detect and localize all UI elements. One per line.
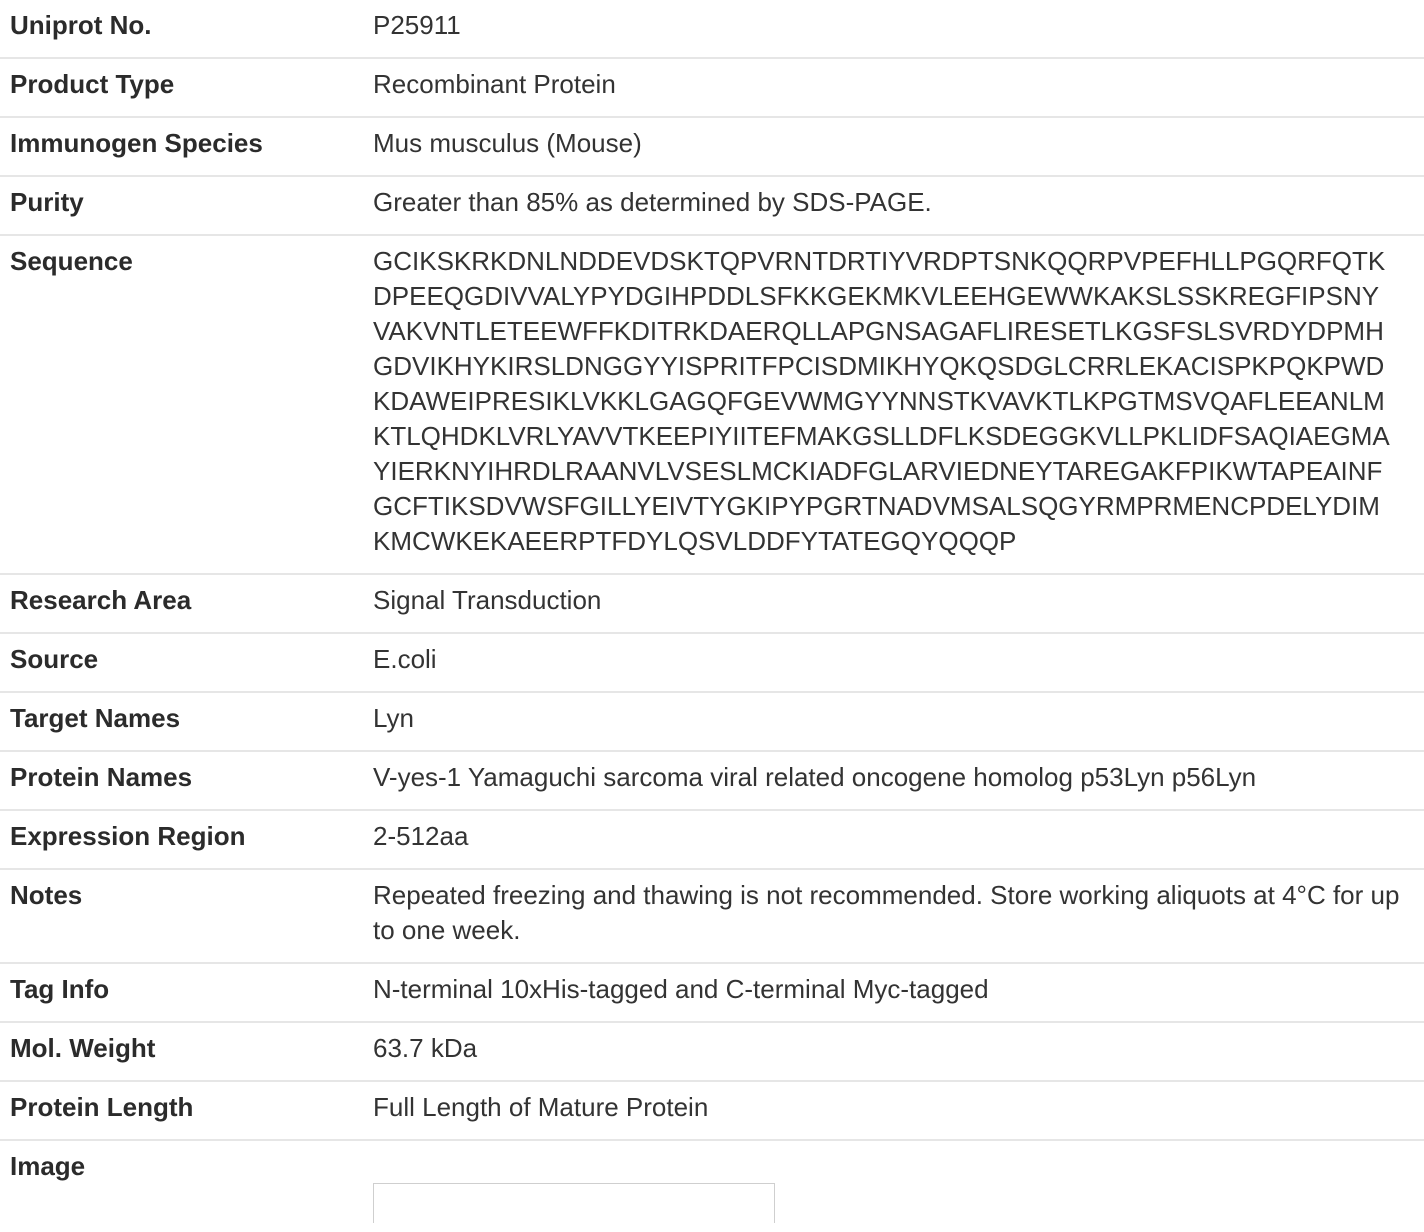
tag-info-label: Tag Info [0,963,373,1023]
protein-length-value: Full Length of Mature Protein [373,1081,1424,1141]
source-value: E.coli [373,633,1424,693]
row-research-area: Research Area Signal Transduction [0,574,1424,634]
tag-info-value: N-terminal 10xHis-tagged and C-terminal … [373,963,1424,1023]
product-type-label: Product Type [0,58,373,118]
product-type-value: Recombinant Protein [373,58,1424,118]
row-image: Image [0,1140,1424,1232]
protein-names-label: Protein Names [0,751,373,811]
row-sequence: Sequence GCIKSKRKDNLNDDEVDSKTQPVRNTDRTIY… [0,235,1424,575]
product-image-frame [373,1183,775,1223]
mol-weight-value: 63.7 kDa [373,1022,1424,1082]
row-purity: Purity Greater than 85% as determined by… [0,176,1424,236]
expression-region-value: 2-512aa [373,810,1424,870]
protein-names-value: V-yes-1 Yamaguchi sarcoma viral related … [373,751,1424,811]
row-product-type: Product Type Recombinant Protein [0,58,1424,118]
sequence-cell: GCIKSKRKDNLNDDEVDSKTQPVRNTDRTIYVRDPTSNKQ… [373,235,1424,575]
sequence-value: GCIKSKRKDNLNDDEVDSKTQPVRNTDRTIYVRDPTSNKQ… [373,246,1390,556]
research-area-value: Signal Transduction [373,574,1424,634]
uniprot-value: P25911 [373,0,1424,59]
image-cell [373,1140,1424,1232]
target-names-label: Target Names [0,692,373,752]
notes-value: Repeated freezing and thawing is not rec… [373,869,1424,964]
expression-region-label: Expression Region [0,810,373,870]
row-notes: Notes Repeated freezing and thawing is n… [0,869,1424,964]
research-area-label: Research Area [0,574,373,634]
product-spec-table: Uniprot No. P25911 Product Type Recombin… [0,0,1424,1232]
row-uniprot: Uniprot No. P25911 [0,0,1424,59]
row-immunogen-species: Immunogen Species Mus musculus (Mouse) [0,117,1424,177]
notes-label: Notes [0,869,373,964]
uniprot-label: Uniprot No. [0,0,373,59]
row-expression-region: Expression Region 2-512aa [0,810,1424,870]
row-tag-info: Tag Info N-terminal 10xHis-tagged and C-… [0,963,1424,1023]
sequence-label: Sequence [0,235,373,575]
row-protein-length: Protein Length Full Length of Mature Pro… [0,1081,1424,1141]
row-mol-weight: Mol. Weight 63.7 kDa [0,1022,1424,1082]
source-label: Source [0,633,373,693]
mol-weight-label: Mol. Weight [0,1022,373,1082]
purity-value: Greater than 85% as determined by SDS-PA… [373,176,1424,236]
row-protein-names: Protein Names V-yes-1 Yamaguchi sarcoma … [0,751,1424,811]
row-target-names: Target Names Lyn [0,692,1424,752]
target-names-value: Lyn [373,692,1424,752]
immunogen-species-value: Mus musculus (Mouse) [373,117,1424,177]
image-label: Image [10,1151,86,1181]
row-source: Source E.coli [0,633,1424,693]
protein-length-label: Protein Length [0,1081,373,1141]
purity-label: Purity [0,176,373,236]
immunogen-species-label: Immunogen Species [0,117,373,177]
